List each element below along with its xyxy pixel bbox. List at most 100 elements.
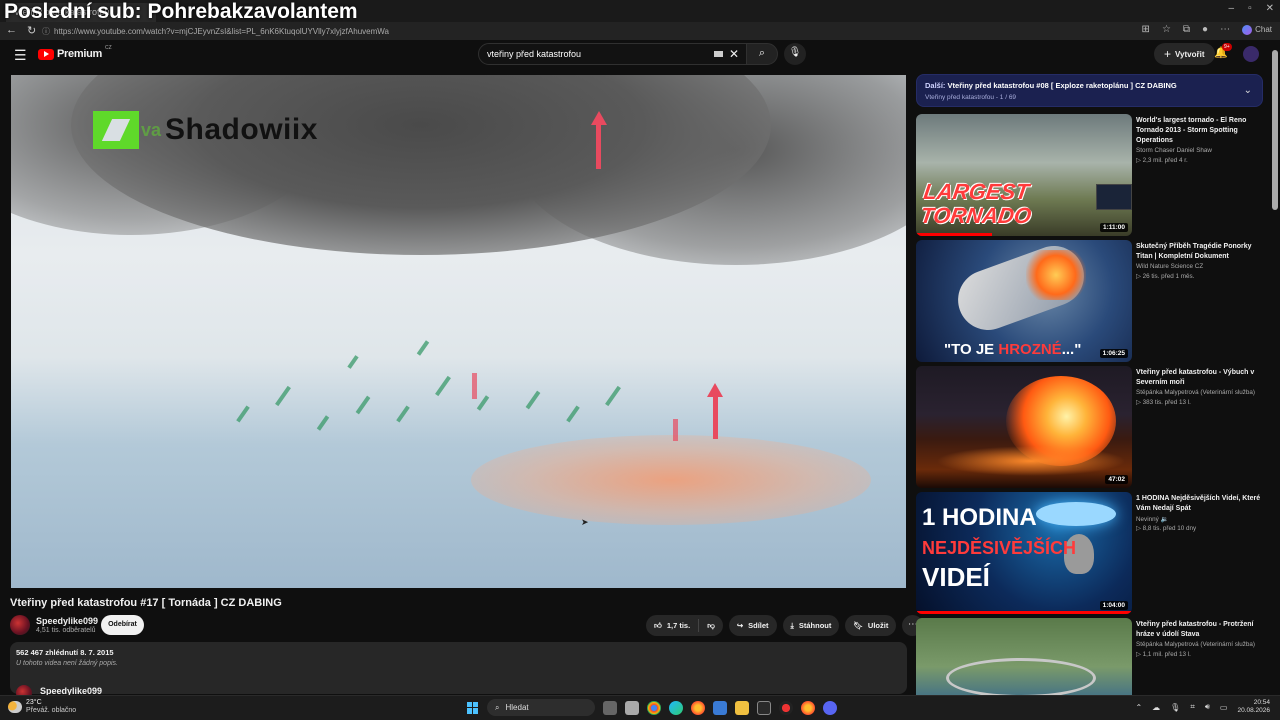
mail-icon[interactable] <box>713 700 727 715</box>
playlist-subtitle: Vteřiny před katastrofou - 1 / 69 <box>925 94 1017 101</box>
dislike-button[interactable]: 👎︎ <box>699 615 723 636</box>
thumbnail-line: HROZNÉ <box>998 341 1062 358</box>
recommendation-channel[interactable]: Storm Chaser Daniel Shaw <box>1136 147 1264 154</box>
recommendation-channel[interactable]: Wild Nature Science CZ <box>1136 263 1264 270</box>
recommendation-channel[interactable]: Štěpánka Malypetrová (Veterinární služba… <box>1136 641 1264 648</box>
share-icon: ↪ <box>736 621 744 630</box>
discord-icon[interactable] <box>823 700 837 715</box>
clock[interactable]: 20:54 20.08.2026 <box>1237 699 1270 715</box>
taskbar-search[interactable]: ⌕ Hledat <box>487 699 595 716</box>
back-icon[interactable]: ← <box>6 24 17 37</box>
favorite-icon[interactable]: ☆ <box>1162 24 1171 35</box>
video-thumbnail[interactable]: 1 HODINA NEJDĚSIVĚJŠÍCH VIDEÍ 1:04:00 <box>916 492 1132 614</box>
recommendation-title[interactable]: Vteřiny před katastrofou - Protržení hrá… <box>1136 620 1264 640</box>
hamburger-menu-icon[interactable]: ☰ <box>14 47 27 64</box>
battery-icon[interactable]: ▭ <box>1220 703 1228 712</box>
scrollbar-thumb[interactable] <box>1272 50 1278 210</box>
channel-avatar[interactable] <box>10 615 30 635</box>
red-arrow-shaft <box>596 123 601 169</box>
clear-search-icon[interactable]: ✕ <box>729 47 739 61</box>
tray-arrow-icon[interactable]: ⌃ <box>1135 703 1142 712</box>
chevron-down-icon[interactable]: ⌄ <box>1244 85 1252 96</box>
video-thumbnail[interactable]: "TO JE HROZNÉ..." 1:06:25 <box>916 240 1132 362</box>
app-icon[interactable] <box>757 700 771 715</box>
download-button[interactable]: ⤓ Stáhnout <box>782 615 840 636</box>
windows-start-icon[interactable] <box>467 701 479 714</box>
task-view-icon[interactable] <box>603 700 617 715</box>
url-field[interactable]: ⓘ https://www.youtube.com/watch?v=mjCJEyv… <box>36 24 1116 38</box>
recommendation-channel[interactable]: Nevinný 🔉 <box>1136 515 1264 523</box>
like-dislike-group: 👍︎ 1,7 tis. 👎︎ <box>646 615 723 636</box>
chat-button[interactable]: Chat <box>1242 24 1272 35</box>
subscribe-button[interactable]: Odebírat <box>101 615 144 635</box>
extensions-icon[interactable]: ⊞ <box>1142 24 1150 35</box>
voice-search-button[interactable]: 🎙 <box>784 43 806 65</box>
more-icon[interactable]: ⋯ <box>1220 24 1230 35</box>
wind-streak <box>476 395 490 411</box>
time: 20:54 <box>1253 699 1270 706</box>
search-icon: ⌕ <box>758 47 766 59</box>
profile-icon[interactable]: ● <box>1202 24 1208 35</box>
page-scrollbar[interactable] <box>1270 40 1280 695</box>
firefox-icon[interactable] <box>691 700 705 715</box>
site-info-icon[interactable]: ⓘ <box>42 27 50 36</box>
video-thumbnail[interactable]: 47:02 <box>916 366 1132 488</box>
thumbnail-caption: LARGEST TORNADO <box>919 179 1037 228</box>
playlist-panel[interactable]: Další: Vteřiny před katastrofou #08 [ Ex… <box>916 74 1263 107</box>
recommendation-item[interactable]: LARGEST TORNADO 1:11:00 World's largest t… <box>916 114 1266 236</box>
save-button[interactable]: 🔖︎ Uložit <box>845 615 897 636</box>
like-button[interactable]: 👍︎ 1,7 tis. <box>646 615 698 636</box>
wind-streak <box>275 385 291 407</box>
mic-icon[interactable]: 🎙 <box>1170 703 1180 712</box>
recommendation-title[interactable]: Vteřiny před katastrofou - Výbuch v Seve… <box>1136 368 1264 388</box>
nav-buttons: ← ↻ <box>6 24 36 37</box>
thumbnail-line: 1 HODINA <box>922 504 1037 531</box>
youtube-play-icon <box>38 48 54 60</box>
channel-watermark: va Shadowiix <box>93 111 318 149</box>
channel-name[interactable]: Speedylike099 <box>36 616 98 626</box>
description-box[interactable]: 562 467 zhlédnutí 8. 7. 2015 U tohoto vi… <box>10 642 907 694</box>
account-avatar[interactable] <box>1243 46 1259 62</box>
recommendation-title[interactable]: Skutečný Příběh Tragédie Ponorky Titan |… <box>1136 242 1264 262</box>
edge-icon[interactable] <box>669 700 683 715</box>
network-icon[interactable]: ⌗ <box>1190 702 1195 712</box>
keyboard-icon[interactable] <box>714 51 723 57</box>
recommendation-item[interactable]: "TO JE HROZNÉ..." 1:06:25 Skutečný Příbě… <box>916 240 1266 362</box>
search-input[interactable]: vteřiny před katastrofou ✕ <box>478 43 748 65</box>
wind-streak <box>435 375 451 397</box>
recommendation-meta: ▷ 8,8 tis. před 10 dny <box>1136 525 1197 532</box>
notifications-button[interactable]: 🔔 9+ <box>1214 43 1232 59</box>
taskbar-apps: ⌕ Hledat <box>467 699 837 716</box>
weather-widget[interactable]: 23°C Převáž. oblačno <box>8 699 76 715</box>
onedrive-icon[interactable]: ☁ <box>1152 703 1160 712</box>
recommendation-item[interactable]: 47:02 Vteřiny před katastrofou - Výbuch … <box>916 366 1266 488</box>
bookmark-icon: 🔖︎ <box>853 621 863 630</box>
wind-streak <box>566 405 580 423</box>
youtube-premium-logo[interactable]: Premium CZ <box>38 45 112 60</box>
maximize-icon[interactable]: ▫ <box>1248 3 1252 14</box>
obs-icon[interactable] <box>779 700 793 715</box>
search-button[interactable]: ⌕ <box>746 43 778 65</box>
recommendation-item[interactable]: Vteřiny před katastrofou - Protržení hrá… <box>916 618 1266 695</box>
firefox-icon[interactable] <box>801 700 815 715</box>
video-player[interactable]: va Shadowiix ➤ <box>11 75 906 588</box>
share-button[interactable]: ↪ Sdílet <box>728 615 777 636</box>
reload-icon[interactable]: ↻ <box>27 24 36 37</box>
chrome-icon[interactable] <box>647 700 661 715</box>
collections-icon[interactable]: ⧉ <box>1183 24 1190 35</box>
recommendation-meta: ▷ 2,3 mil. před 4 r. <box>1136 157 1188 164</box>
subscriber-count: 4,51 tis. odběratelů <box>36 627 96 634</box>
video-thumbnail[interactable]: LARGEST TORNADO 1:11:00 <box>916 114 1132 236</box>
widgets-icon[interactable] <box>625 700 639 715</box>
video-thumbnail[interactable] <box>916 618 1132 695</box>
folder-icon[interactable] <box>735 700 749 715</box>
volume-icon[interactable]: 🔊︎ <box>1205 702 1210 712</box>
close-window-icon[interactable]: ✕ <box>1266 3 1274 14</box>
recommendation-title[interactable]: 1 HODINA Nejděsivějších Videí, Které Vám… <box>1136 494 1264 514</box>
recommendation-title[interactable]: World's largest tornado - El Reno Tornad… <box>1136 116 1264 146</box>
recommendation-channel[interactable]: Štěpánka Malypetrová (Veterinární služba… <box>1136 389 1264 396</box>
create-button[interactable]: + Vytvořit <box>1154 43 1215 65</box>
minimize-icon[interactable]: – <box>1229 3 1235 14</box>
recommendation-item[interactable]: 1 HODINA NEJDĚSIVĚJŠÍCH VIDEÍ 1:04:00 1 … <box>916 492 1266 614</box>
recommendation-meta: ▷ 383 tis. před 13 l. <box>1136 399 1191 406</box>
